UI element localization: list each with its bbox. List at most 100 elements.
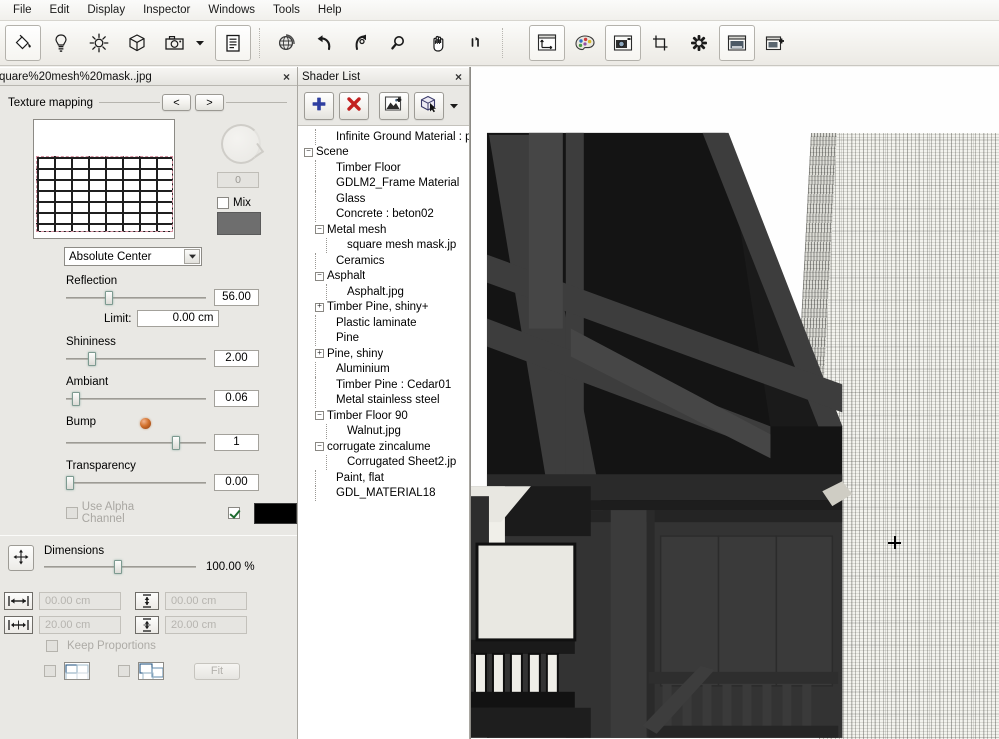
new-window-tool-button[interactable]	[757, 25, 793, 61]
vertical-offset-icon[interactable]	[135, 616, 159, 634]
shader-tree-item[interactable]: Timber Pine : Cedar01	[298, 377, 469, 393]
projection-select[interactable]: Absolute Center	[64, 247, 202, 266]
heliodon-tool-button[interactable]	[81, 25, 117, 61]
tile-vertical-checkbox[interactable]	[118, 665, 130, 677]
shader-tree-item[interactable]: −Scene	[298, 145, 469, 161]
reflection-slider[interactable]	[66, 291, 206, 305]
menu-edit[interactable]: Edit	[41, 2, 79, 18]
shader-tree-item[interactable]: +Pine, shiny	[298, 346, 469, 362]
chevron-down-icon[interactable]	[184, 249, 200, 264]
close-icon[interactable]: ×	[452, 70, 465, 83]
reflection-value-field[interactable]: 56.00	[214, 289, 259, 306]
shader-tree-item[interactable]: GDL_MATERIAL18	[298, 486, 469, 502]
bump-sphere-icon[interactable]	[140, 418, 151, 429]
shader-tree-item[interactable]: Corrugated Sheet2.jp	[298, 455, 469, 471]
redo-tool-button[interactable]	[344, 25, 380, 61]
shader-tree-item[interactable]: −corrugate zincalume	[298, 439, 469, 455]
preview-window-tool-button[interactable]	[719, 25, 755, 61]
collapse-icon[interactable]: −	[304, 148, 313, 157]
dimensions-slider-thumb[interactable]	[114, 560, 122, 574]
limit-value-field[interactable]: 0.00 cm	[137, 310, 219, 327]
alpha-color-swatch[interactable]	[254, 503, 297, 524]
shininess-slider-thumb[interactable]	[88, 352, 96, 366]
media-catalog-tool-button[interactable]	[215, 25, 251, 61]
ambiant-value-field[interactable]: 0.06	[214, 390, 259, 407]
mix-color-swatch[interactable]	[217, 212, 261, 235]
collapse-icon[interactable]: −	[315, 272, 324, 281]
shader-tree-item[interactable]: −Asphalt	[298, 269, 469, 285]
collapse-icon[interactable]: −	[315, 225, 324, 234]
fit-button[interactable]: Fit	[194, 663, 240, 680]
menu-display[interactable]: Display	[78, 2, 134, 18]
3d-preview-viewport[interactable]	[470, 67, 999, 739]
transparency-slider-thumb[interactable]	[66, 476, 74, 490]
expand-icon[interactable]: +	[315, 303, 324, 312]
shader-options-button[interactable]	[414, 92, 444, 120]
rotation-dial[interactable]	[221, 124, 261, 164]
bump-slider[interactable]	[66, 436, 206, 450]
offset-x-input[interactable]: 20.00 cm	[39, 616, 121, 634]
previous-mapping-button[interactable]: <	[162, 94, 191, 111]
use-alpha-channel-checkbox[interactable]	[66, 507, 78, 519]
lights-tool-button[interactable]	[43, 25, 79, 61]
bump-slider-thumb[interactable]	[172, 436, 180, 450]
add-shader-button[interactable]	[304, 92, 334, 120]
fit-to-size-button[interactable]	[8, 545, 34, 571]
shader-tree-item[interactable]: −Timber Floor 90	[298, 408, 469, 424]
shader-tree-item[interactable]: Concrete : beton02	[298, 207, 469, 223]
preferences-tool-button[interactable]	[681, 25, 717, 61]
width-input[interactable]: 00.00 cm	[39, 592, 121, 610]
rotation-value-field[interactable]: 0	[217, 172, 259, 188]
orbit-tool-button[interactable]	[268, 25, 304, 61]
alpha-enabled-checkbox[interactable]	[228, 507, 240, 519]
menu-inspector[interactable]: Inspector	[134, 2, 199, 18]
pan-tool-button[interactable]	[420, 25, 456, 61]
shader-tree-item[interactable]: square mesh mask.jp	[298, 238, 469, 254]
shininess-slider[interactable]	[66, 352, 206, 366]
shader-tree-item[interactable]: Pine	[298, 331, 469, 347]
menu-help[interactable]: Help	[309, 2, 351, 18]
shader-tree-item[interactable]: Timber Floor	[298, 160, 469, 176]
shader-tree-item[interactable]: Glass	[298, 191, 469, 207]
shader-tree-item[interactable]: Plastic laminate	[298, 315, 469, 331]
tile-horizontal-checkbox[interactable]	[44, 665, 56, 677]
shader-tree-item[interactable]: Walnut.jpg	[298, 424, 469, 440]
shader-tree-item[interactable]: Metal stainless steel	[298, 393, 469, 409]
render-tool-button[interactable]	[605, 25, 641, 61]
delete-shader-button[interactable]	[339, 92, 369, 120]
transparency-value-field[interactable]: 0.00	[214, 474, 259, 491]
keep-proportions-checkbox[interactable]	[46, 640, 58, 652]
shader-tree-item[interactable]: Ceramics	[298, 253, 469, 269]
cameras-tool-button[interactable]	[157, 25, 193, 61]
crop-tool-button[interactable]	[643, 25, 679, 61]
collapse-icon[interactable]: −	[315, 442, 324, 451]
bump-value-field[interactable]: 1	[214, 434, 259, 451]
next-mapping-button[interactable]: >	[195, 94, 224, 111]
shader-tree-item[interactable]: −Metal mesh	[298, 222, 469, 238]
menu-windows[interactable]: Windows	[199, 2, 264, 18]
menu-tools[interactable]: Tools	[264, 2, 309, 18]
cameras-dropdown-caret[interactable]	[194, 25, 205, 61]
texture-preview[interactable]	[33, 119, 175, 239]
horizontal-offset-icon[interactable]	[4, 616, 33, 634]
mix-checkbox[interactable]	[217, 197, 229, 209]
shader-tree-item[interactable]: Paint, flat	[298, 470, 469, 486]
objects-tool-button[interactable]	[119, 25, 155, 61]
coordinates-tool-button[interactable]	[529, 25, 565, 61]
shader-tree-item[interactable]: +Timber Pine, shiny+	[298, 300, 469, 316]
shader-tree[interactable]: Infinite Ground Material : pelc−SceneTim…	[298, 126, 469, 739]
transparency-slider[interactable]	[66, 476, 206, 490]
shader-tree-item[interactable]: Infinite Ground Material : pelc	[298, 129, 469, 145]
close-icon[interactable]: ×	[280, 70, 293, 83]
shader-tree-item[interactable]: Aluminium	[298, 362, 469, 378]
menu-file[interactable]: File	[4, 2, 41, 18]
zoom-tool-button[interactable]	[382, 25, 418, 61]
shininess-value-field[interactable]: 2.00	[214, 350, 259, 367]
ambiant-slider-thumb[interactable]	[72, 392, 80, 406]
shader-tree-item[interactable]: Asphalt.jpg	[298, 284, 469, 300]
ambiant-slider[interactable]	[66, 392, 206, 406]
dimensions-slider[interactable]	[44, 560, 196, 574]
height-input[interactable]: 00.00 cm	[165, 592, 247, 610]
collapse-icon[interactable]: −	[315, 411, 324, 420]
shader-tree-item[interactable]: GDLM2_Frame Material	[298, 176, 469, 192]
